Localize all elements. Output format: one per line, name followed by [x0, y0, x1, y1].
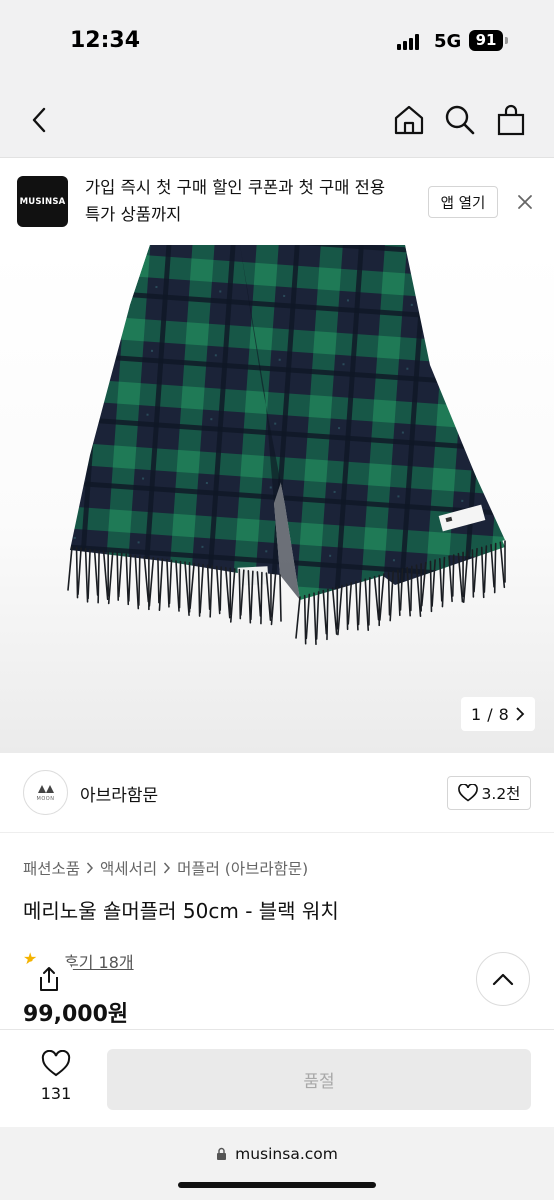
scarf-image — [67, 245, 506, 645]
browser-url-bar[interactable]: musinsa.com — [0, 1127, 554, 1200]
category-breadcrumb: 패션소품 액세서리 머플러 (아브라함문) — [23, 857, 308, 879]
cart-icon — [497, 104, 525, 136]
share-icon — [40, 967, 58, 991]
heart-icon — [41, 1049, 71, 1077]
close-icon — [518, 195, 532, 209]
brand-like-count: 3.2천 — [481, 785, 521, 803]
home-indicator — [178, 1182, 376, 1188]
banner-message: 가입 즉시 첫 구매 할인 쿠폰과 첫 구매 전용 특가 상품까지 — [85, 178, 386, 224]
brand-name[interactable]: 아브라함문 — [80, 781, 158, 806]
product-title: 메리노울 숄머플러 50cm - 블랙 워치 — [23, 899, 339, 923]
brand-logo[interactable]: MOON — [23, 770, 68, 815]
image-counter-total: 8 — [498, 704, 509, 724]
image-counter-separator: / — [487, 704, 493, 724]
app-download-banner: MUSINSA 가입 즉시 첫 구매 할인 쿠폰과 첫 구매 전용 특가 상품까… — [0, 158, 554, 245]
wishlist-button[interactable]: 131 — [30, 1049, 82, 1103]
banner-close-button[interactable] — [514, 191, 536, 217]
breadcrumb-item[interactable]: 패션소품 — [23, 857, 80, 879]
chevron-right-icon — [86, 862, 94, 874]
chevron-right-icon — [516, 707, 525, 721]
brand-like-button[interactable]: 3.2천 — [447, 776, 531, 810]
back-button[interactable] — [22, 102, 58, 138]
scroll-to-top-button[interactable] — [476, 952, 530, 1006]
image-counter[interactable]: 1 / 8 — [461, 697, 535, 731]
heart-icon — [457, 784, 478, 802]
home-icon — [394, 105, 424, 135]
buy-bar: 131 품절 — [0, 1029, 554, 1127]
product-price: 99,000원 — [23, 1002, 129, 1027]
image-counter-current: 1 — [471, 704, 482, 724]
breadcrumb-item[interactable]: 머플러 (아브라함문) — [177, 857, 308, 879]
status-time: 12:34 — [70, 28, 141, 53]
signal-icon — [397, 34, 423, 50]
battery-icon: 91 — [469, 30, 503, 51]
brand-logo-text: MOON — [36, 795, 55, 802]
wishlist-count: 131 — [40, 1084, 72, 1103]
open-app-button[interactable]: 앱 열기 — [428, 186, 498, 218]
brand-logo-mark — [37, 784, 54, 793]
review-count-link[interactable]: 후기 18개 — [64, 949, 134, 973]
network-type: 5G — [434, 31, 462, 52]
musinsa-logo: MUSINSA — [17, 176, 68, 227]
battery-tip — [505, 37, 508, 44]
status-bar: 12:34 5G 91 — [0, 0, 554, 82]
breadcrumb-item[interactable]: 액세서리 — [100, 857, 157, 879]
chevron-right-icon — [164, 862, 171, 874]
back-icon — [32, 107, 46, 133]
chevron-up-icon — [492, 973, 514, 986]
home-button[interactable] — [391, 102, 427, 138]
search-icon — [445, 105, 475, 135]
nav-bar — [0, 82, 554, 158]
lock-icon — [217, 1147, 227, 1160]
product-image-gallery[interactable]: 1 / 8 — [0, 245, 554, 753]
search-button[interactable] — [442, 102, 478, 138]
brand-row[interactable]: MOON 아브라함문 3.2천 — [0, 753, 554, 833]
url-text: musinsa.com — [235, 1145, 338, 1163]
cart-button[interactable] — [493, 102, 529, 138]
url-display[interactable]: musinsa.com — [0, 1145, 554, 1163]
soldout-button[interactable]: 품절 — [107, 1049, 531, 1110]
